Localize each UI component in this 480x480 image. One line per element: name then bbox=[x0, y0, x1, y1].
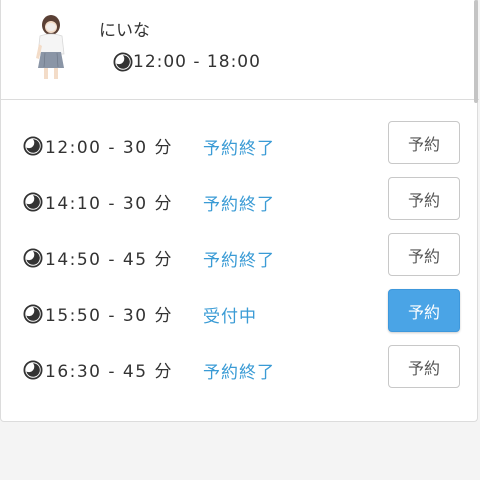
slot-status: 受付中 bbox=[203, 307, 257, 327]
slot-time-text: 16:30 - 45 分 bbox=[45, 362, 173, 382]
slot-time: 15:50 - 30 分 bbox=[23, 301, 173, 326]
profile-header: にいな 12:00 - 18:00 bbox=[1, 0, 479, 103]
slot-status: 予約終了 bbox=[203, 139, 275, 159]
clock-icon bbox=[23, 247, 43, 268]
slot-status: 予約終了 bbox=[203, 363, 275, 383]
slot-status: 予約終了 bbox=[203, 195, 275, 215]
slot-time: 16:30 - 45 分 bbox=[23, 357, 173, 382]
time-slot-row: 12:00 - 30 分 予約終了 予約 bbox=[1, 115, 479, 171]
profile-name: にいな bbox=[99, 21, 150, 41]
slot-time-text: 14:50 - 45 分 bbox=[45, 250, 173, 270]
reserve-button[interactable]: 予約 bbox=[388, 177, 460, 220]
slot-time-text: 12:00 - 30 分 bbox=[45, 138, 173, 158]
clock-icon bbox=[23, 135, 43, 156]
slot-status: 予約終了 bbox=[203, 251, 275, 271]
time-slot-row: 14:10 - 30 分 予約終了 予約 bbox=[1, 171, 479, 227]
time-slot-row: 16:30 - 45 分 予約終了 予約 bbox=[1, 339, 479, 395]
reserve-button[interactable]: 予約 bbox=[388, 121, 460, 164]
avatar[interactable] bbox=[27, 14, 75, 80]
reserve-button[interactable]: 予約 bbox=[388, 233, 460, 276]
slot-time: 14:50 - 45 分 bbox=[23, 245, 173, 270]
schedule-card: にいな 12:00 - 18:00 12:00 - 30 分 予約終了 予約 1… bbox=[0, 0, 479, 422]
time-slot-row: 15:50 - 30 分 受付中 予約 bbox=[1, 283, 479, 339]
clock-icon bbox=[113, 52, 133, 72]
reserve-button-active[interactable]: 予約 bbox=[388, 289, 460, 332]
clock-icon bbox=[23, 359, 43, 380]
working-hours: 12:00 - 18:00 bbox=[113, 52, 261, 72]
clock-icon bbox=[23, 191, 43, 212]
scrollbar[interactable] bbox=[474, 0, 478, 103]
slot-time-text: 14:10 - 30 分 bbox=[45, 194, 173, 214]
slot-time: 12:00 - 30 分 bbox=[23, 133, 173, 158]
reserve-button[interactable]: 予約 bbox=[388, 345, 460, 388]
slot-time: 14:10 - 30 分 bbox=[23, 189, 173, 214]
time-slot-row: 14:50 - 45 分 予約終了 予約 bbox=[1, 227, 479, 283]
working-hours-text: 12:00 - 18:00 bbox=[133, 52, 261, 72]
clock-icon bbox=[23, 303, 43, 324]
slot-time-text: 15:50 - 30 分 bbox=[45, 306, 173, 326]
